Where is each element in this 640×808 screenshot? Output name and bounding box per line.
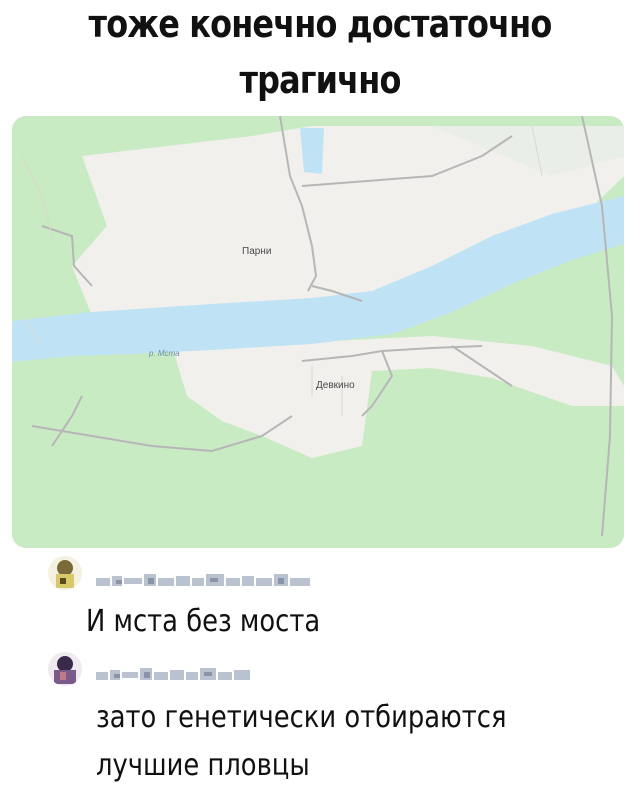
lake <box>300 128 324 174</box>
username-blurred[interactable] <box>96 570 316 590</box>
avatar-image <box>48 556 82 590</box>
pixelated-name <box>96 570 316 590</box>
comment-text-line-2: лучшие пловцы <box>96 748 310 783</box>
map-screenshot: Парни Девкино р. Мста <box>12 116 624 548</box>
username-blurred[interactable] <box>96 664 256 684</box>
comment-text: И мста без моста <box>86 604 321 639</box>
comment-text-line-1: зато генетически отбираются <box>96 700 507 735</box>
headline-line-1: тоже конечно достаточно <box>88 2 553 46</box>
village-label-parni: Парни <box>242 246 271 257</box>
pixelated-name <box>96 664 256 684</box>
map-canvas: Парни Девкино р. Мста <box>12 116 624 548</box>
river-label: р. Мста <box>148 349 180 358</box>
headline-line-2: трагично <box>239 58 401 102</box>
village-label-devkino: Девкино <box>316 380 355 391</box>
avatar-image <box>48 652 82 686</box>
avatar[interactable] <box>48 652 82 686</box>
avatar[interactable] <box>48 556 82 590</box>
